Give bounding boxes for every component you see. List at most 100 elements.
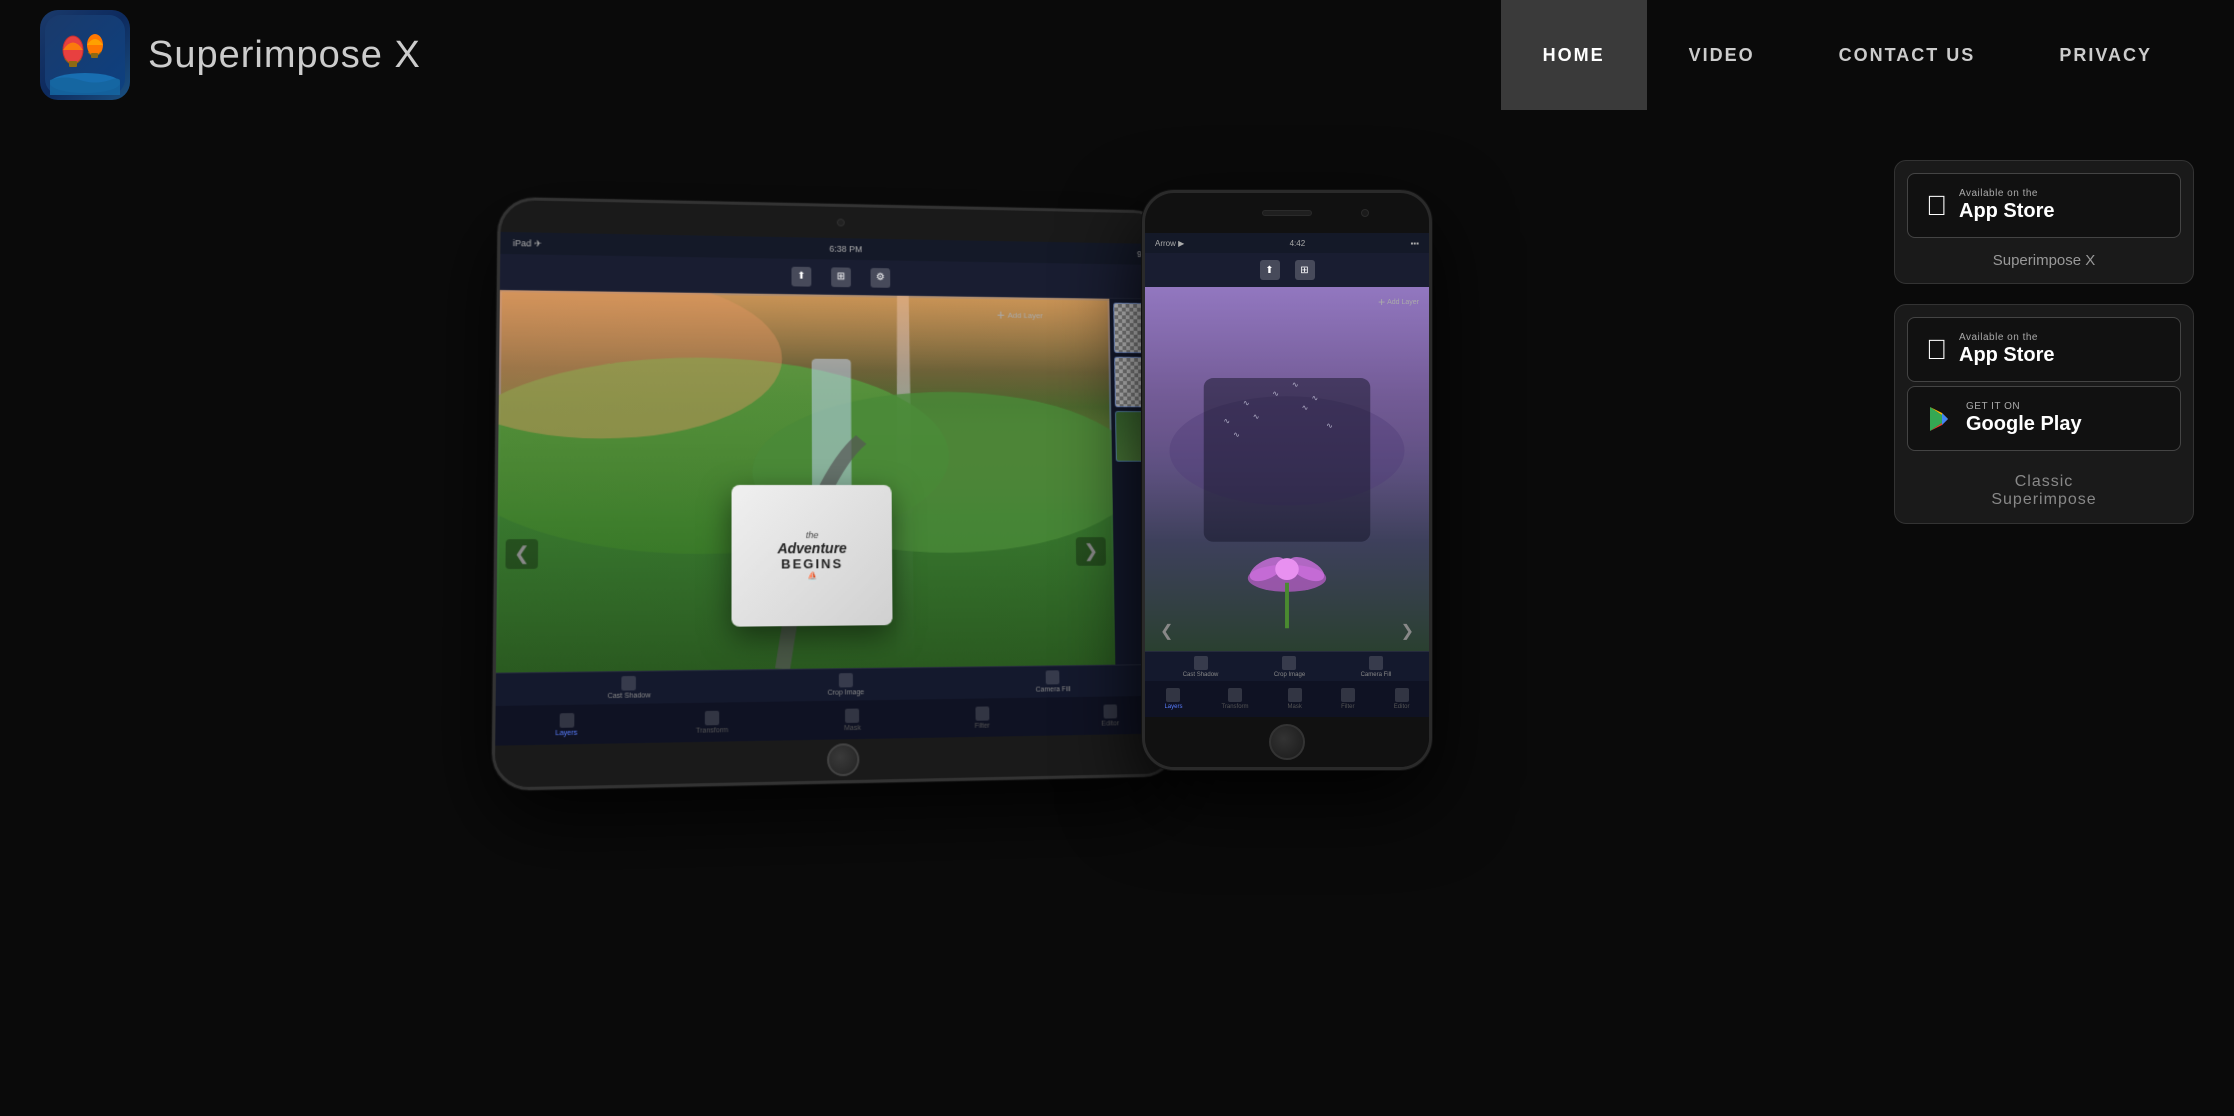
svg-text:∿: ∿: [1272, 389, 1279, 398]
add-layer-btn[interactable]: + Add Layer: [997, 307, 1043, 323]
phone-tool-camera[interactable]: Camera Fill: [1361, 656, 1392, 678]
settings-icon: ⚙: [871, 267, 891, 287]
phone-tool-crop[interactable]: Crop Image: [1274, 656, 1305, 678]
google-play-name: Google Play: [1966, 412, 2082, 436]
phone-cast-shadow-label: Cast Shadow: [1183, 672, 1219, 678]
navigation: Superimpose X HOME VIDEO CONTACT US PRIV…: [0, 0, 2234, 110]
phone-toolbar: ⬆ ⊞: [1145, 253, 1429, 287]
store-section:  Available on the App Store Superimpose…: [1894, 130, 2194, 524]
phone-tool-cast-shadow[interactable]: Cast Shadow: [1183, 656, 1219, 678]
phone-nav-arrows: ❮ ❯: [1145, 621, 1429, 641]
phone-editor-icon: [1395, 688, 1409, 702]
store-card-label-x: Superimpose X: [1895, 242, 2193, 283]
svg-text:∿: ∿: [1253, 412, 1260, 421]
tab-filter[interactable]: Filter: [974, 706, 990, 729]
transform-tab-label: Transform: [696, 727, 728, 735]
google-play-button[interactable]: GET IT ON Google Play: [1907, 386, 2181, 451]
tablet-device: iPad ✈ 6:38 PM 95% ⬆ ⊞ ⚙: [492, 197, 1178, 791]
tablet-bottom-area: Cast Shadow Crop Image Camera Fill: [495, 664, 1174, 746]
store-text-x: Available on the App Store: [1959, 188, 2055, 223]
classic-label-line2: Superimpose: [1991, 491, 2096, 508]
devices-section: iPad ✈ 6:38 PM 95% ⬆ ⊞ ⚙: [40, 130, 1894, 850]
cast-shadow-icon: [622, 676, 637, 691]
nav-home[interactable]: HOME: [1501, 0, 1647, 110]
available-text-classic: Available on the: [1959, 332, 2055, 343]
classic-label-line1: Classic: [2015, 473, 2074, 490]
phone-tab-layers[interactable]: Layers: [1164, 688, 1182, 710]
tablet-screen: iPad ✈ 6:38 PM 95% ⬆ ⊞ ⚙: [495, 232, 1174, 746]
phone-screen: Arrow ▶ 4:42 ▪▪▪ ⬆ ⊞: [1145, 233, 1429, 717]
phone-transform-label: Transform: [1221, 704, 1248, 710]
mug-text: BEGINS: [777, 556, 847, 571]
phone-home-button[interactable]: [1269, 724, 1305, 760]
svg-text:∿: ∿: [1302, 403, 1309, 412]
phone-speaker: [1262, 210, 1312, 216]
phone-tab-editor[interactable]: Editor: [1394, 688, 1410, 710]
phone-tool-row: Cast Shadow Crop Image Camera Fill: [1145, 651, 1429, 681]
superimpose-x-card:  Available on the App Store Superimpose…: [1894, 160, 2194, 284]
editor-icon: [1103, 704, 1117, 718]
nav-privacy[interactable]: PRIVACY: [2017, 0, 2194, 110]
phone-tab-mask[interactable]: Mask: [1288, 688, 1302, 710]
svg-text:∿: ∿: [1326, 421, 1333, 430]
phone-prev-arrow[interactable]: ❮: [1160, 621, 1173, 641]
tab-editor[interactable]: Editor: [1101, 704, 1119, 727]
phone-plus-icon: +: [1378, 295, 1385, 309]
phone-tab-transform[interactable]: Transform: [1221, 688, 1248, 710]
phone-cast-shadow-icon: [1194, 656, 1208, 670]
svg-text:∿: ∿: [1311, 394, 1318, 403]
main-content: iPad ✈ 6:38 PM 95% ⬆ ⊞ ⚙: [0, 110, 2234, 890]
tab-transform[interactable]: Transform: [696, 710, 728, 734]
phone-time: 4:42: [1290, 239, 1306, 248]
app-store-button-x[interactable]:  Available on the App Store: [1907, 173, 2181, 238]
apple-icon-classic: : [1926, 334, 1947, 366]
phone-device: Arrow ▶ 4:42 ▪▪▪ ⬆ ⊞: [1142, 190, 1432, 770]
phone-filter-label: Filter: [1341, 704, 1354, 710]
phone-app-ui: Arrow ▶ 4:42 ▪▪▪ ⬆ ⊞: [1145, 233, 1429, 717]
tablet-wrapper: iPad ✈ 6:38 PM 95% ⬆ ⊞ ⚙: [502, 200, 1182, 780]
crop-icon: [839, 673, 853, 687]
phone-tab-filter[interactable]: Filter: [1341, 688, 1355, 710]
mask-tab-label: Mask: [844, 724, 861, 731]
tab-layers[interactable]: Layers: [555, 712, 577, 736]
editor-tab-label: Editor: [1101, 720, 1119, 727]
phone-editor-label: Editor: [1394, 704, 1410, 710]
app-store-button-classic[interactable]:  Available on the App Store: [1907, 317, 2181, 382]
nav-video[interactable]: VIDEO: [1647, 0, 1797, 110]
tab-mask[interactable]: Mask: [844, 708, 861, 732]
app-store-name-x: App Store: [1959, 199, 2055, 223]
tool-crop[interactable]: Crop Image: [827, 673, 864, 697]
tablet-status-left: iPad ✈: [513, 238, 542, 250]
phone-canvas-image: ∿ ∿ ∿ ∿ ∿ ∿ ∿ ∿ ∿: [1145, 287, 1429, 651]
transform-icon: [705, 710, 719, 725]
tablet-app-ui: iPad ✈ 6:38 PM 95% ⬆ ⊞ ⚙: [495, 232, 1174, 746]
tool-camera-fill[interactable]: Camera Fill: [1035, 670, 1070, 693]
canvas-area: the Adventure BEGINS ⛵ +: [496, 290, 1173, 673]
apple-icon-x: : [1926, 190, 1947, 222]
add-layer-label: Add Layer: [1008, 310, 1043, 319]
get-it-on-text: GET IT ON: [1966, 401, 2082, 412]
tool-cast-shadow[interactable]: Cast Shadow: [607, 676, 650, 700]
google-play-text: GET IT ON Google Play: [1966, 401, 2082, 436]
phone-status-left: Arrow ▶: [1155, 239, 1184, 248]
share-icon: ⬆: [791, 266, 811, 286]
tablet-home-button[interactable]: [827, 743, 859, 776]
brand: Superimpose X: [40, 10, 1501, 100]
grid-icon: ⊞: [831, 267, 851, 287]
phone-signal: ▪▪▪: [1410, 239, 1419, 248]
store-text-classic: Available on the App Store: [1959, 332, 2055, 367]
classic-card-label: Classic Superimpose: [1895, 463, 2193, 523]
svg-text:∿: ∿: [1243, 399, 1250, 408]
phone-add-layer[interactable]: + Add Layer: [1378, 295, 1419, 309]
phone-next-arrow[interactable]: ❯: [1401, 621, 1414, 641]
phone-crop-label: Crop Image: [1274, 672, 1305, 678]
mask-icon: [845, 708, 859, 722]
phone-bottom-bar: [1145, 717, 1429, 767]
svg-text:∿: ∿: [1233, 430, 1240, 439]
svg-text:∿: ∿: [1292, 380, 1299, 389]
app-store-name-classic: App Store: [1959, 343, 2055, 367]
phone-nav-row: Layers Transform Mask: [1145, 681, 1429, 717]
filter-tab-label: Filter: [975, 722, 990, 729]
phone-layers-icon: [1166, 688, 1180, 702]
nav-contact[interactable]: CONTACT US: [1797, 0, 2018, 110]
